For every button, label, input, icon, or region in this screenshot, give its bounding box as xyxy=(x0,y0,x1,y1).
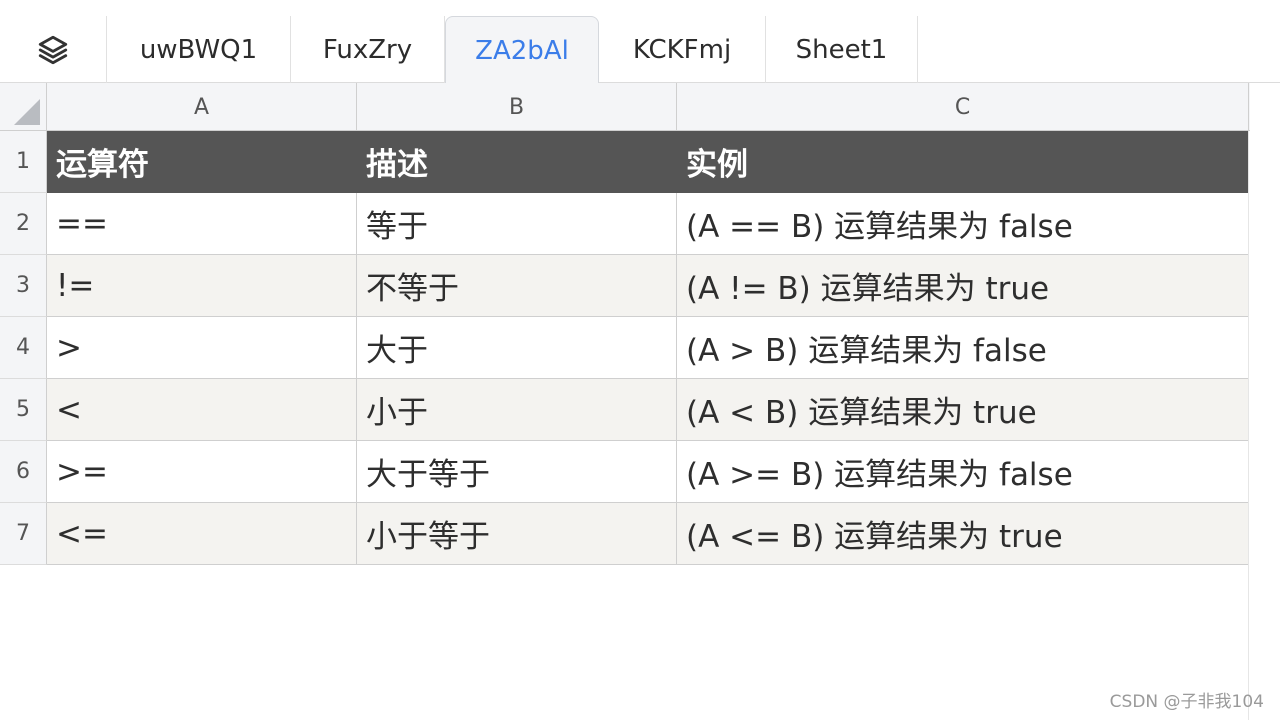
row-header-2[interactable]: 2 xyxy=(0,193,47,255)
cell-b4[interactable]: 大于 xyxy=(357,317,677,379)
cell-b1[interactable]: 描述 xyxy=(357,131,677,193)
watermark: CSDN @子非我104 xyxy=(1109,692,1264,712)
cell-c5[interactable]: (A < B) 运算结果为 true xyxy=(677,379,1249,441)
grid-right-edge xyxy=(1248,131,1249,720)
column-header-b[interactable]: B xyxy=(357,83,677,131)
tab-za2bal[interactable]: ZA2bAl xyxy=(445,16,599,84)
row-header-7[interactable]: 7 xyxy=(0,503,47,565)
cell-a6[interactable]: >= xyxy=(47,441,357,503)
column-header-c[interactable]: C xyxy=(677,83,1249,131)
layers-icon xyxy=(38,35,68,64)
tab-kckfmj[interactable]: KCKFmj xyxy=(599,16,766,83)
cell-a1[interactable]: 运算符 xyxy=(47,131,357,193)
cell-b2[interactable]: 等于 xyxy=(357,193,677,255)
select-all-triangle-icon xyxy=(14,99,40,125)
row-header-1[interactable]: 1 xyxy=(0,131,47,193)
cell-a7[interactable]: <= xyxy=(47,503,357,565)
cell-b3[interactable]: 不等于 xyxy=(357,255,677,317)
cell-b7[interactable]: 小于等于 xyxy=(357,503,677,565)
cell-a4[interactable]: > xyxy=(47,317,357,379)
cell-c7[interactable]: (A <= B) 运算结果为 true xyxy=(677,503,1249,565)
cell-a3[interactable]: != xyxy=(47,255,357,317)
cell-c2[interactable]: (A == B) 运算结果为 false xyxy=(677,193,1249,255)
tab-fuxzry[interactable]: FuxZry xyxy=(291,16,445,83)
row-header-4[interactable]: 4 xyxy=(0,317,47,379)
sheet-tab-bar: uwBWQ1 FuxZry ZA2bAl KCKFmj Sheet1 xyxy=(0,0,1280,84)
row-header-5[interactable]: 5 xyxy=(0,379,47,441)
tab-sheet1[interactable]: Sheet1 xyxy=(766,16,918,83)
cell-c3[interactable]: (A != B) 运算结果为 true xyxy=(677,255,1249,317)
cell-c4[interactable]: (A > B) 运算结果为 false xyxy=(677,317,1249,379)
cell-c6[interactable]: (A >= B) 运算结果为 false xyxy=(677,441,1249,503)
cell-b5[interactable]: 小于 xyxy=(357,379,677,441)
cell-c1[interactable]: 实例 xyxy=(677,131,1249,193)
sheet-list-button[interactable] xyxy=(0,16,107,83)
cell-b6[interactable]: 大于等于 xyxy=(357,441,677,503)
column-header-row: A B C xyxy=(0,83,1250,131)
column-header-a[interactable]: A xyxy=(47,83,357,131)
row-header-6[interactable]: 6 xyxy=(0,441,47,503)
row-header-3[interactable]: 3 xyxy=(0,255,47,317)
select-all-corner[interactable] xyxy=(0,83,47,131)
cell-a5[interactable]: < xyxy=(47,379,357,441)
cell-a2[interactable]: == xyxy=(47,193,357,255)
tab-uwbwq1[interactable]: uwBWQ1 xyxy=(107,16,291,83)
